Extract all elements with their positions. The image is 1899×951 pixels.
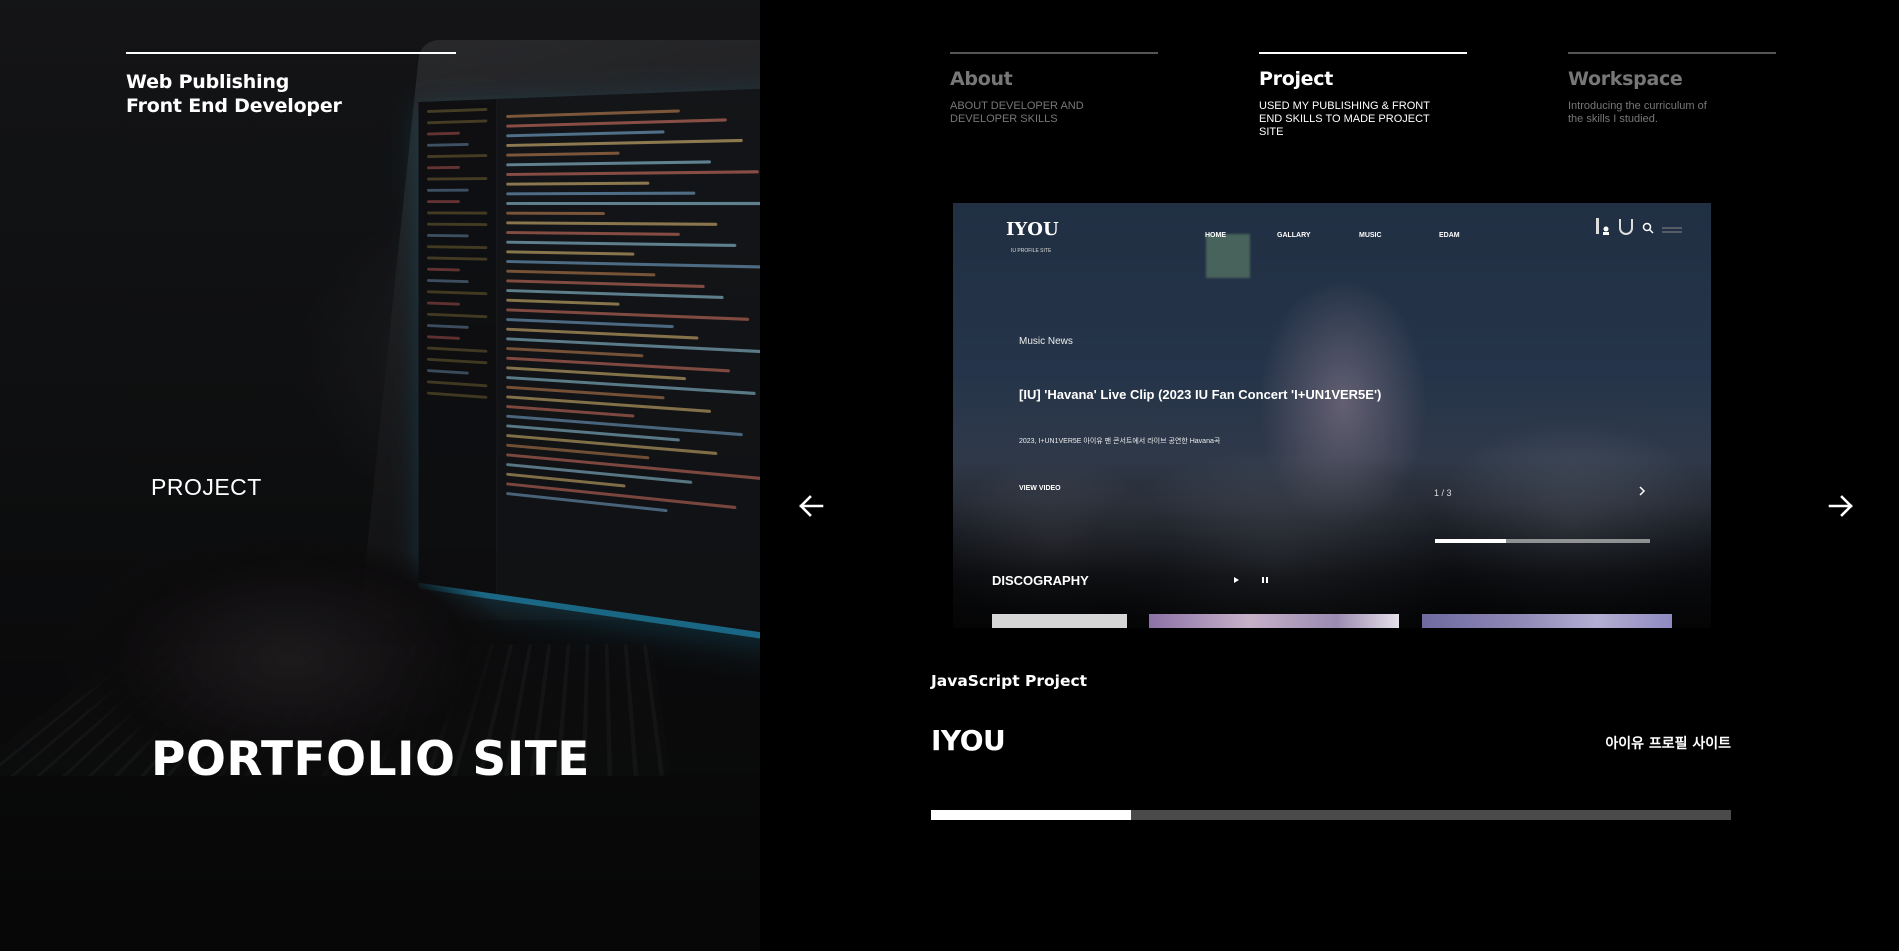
preview-kicker: Music News xyxy=(1019,336,1073,347)
logo-mark-icon xyxy=(1618,218,1634,241)
hero-panel: Web Publishing Front End Developer PROJE… xyxy=(0,0,760,951)
preview-slide-counter: 1 / 3 xyxy=(1434,488,1452,498)
nav-item-description: Introducing the curriculum of the skills… xyxy=(1568,100,1707,125)
pause-icon xyxy=(1262,577,1268,583)
preview-description: 2023, I+UN1VER5E 아이유 팬 콘서트에서 라이브 공연한 Hav… xyxy=(1019,438,1221,445)
preview-headline: [IU] 'Havana' Live Clip (2023 IU Fan Con… xyxy=(1019,387,1382,402)
preview-nav-music: MUSIC xyxy=(1359,232,1382,239)
hero-section-label: PROJECT xyxy=(151,474,262,500)
nav-item-workspace[interactable]: Workspace Introducing the curriculum of … xyxy=(1568,52,1776,126)
chevron-right-icon xyxy=(1639,486,1646,496)
next-button[interactable] xyxy=(1826,491,1856,521)
hero-subtitle-line1: Web Publishing xyxy=(126,71,290,93)
prev-button[interactable] xyxy=(796,491,826,521)
project-progress-bar xyxy=(931,810,1731,820)
preview-slide-progress xyxy=(1435,539,1650,543)
menu-icon xyxy=(1662,221,1682,239)
preview-header-icons xyxy=(1596,218,1682,241)
preview-view-video: VIEW VIDEO xyxy=(1019,485,1061,492)
nav-divider xyxy=(950,52,1158,54)
project-korean-title: 아이유 프로필 사이트 xyxy=(1605,736,1731,752)
preview-album-card xyxy=(1149,614,1399,628)
play-icon xyxy=(1234,577,1239,583)
user-icon xyxy=(1596,218,1610,241)
preview-nav-edam: EDAM xyxy=(1439,232,1460,239)
preview-nav-gallery: GALLARY xyxy=(1277,232,1311,239)
search-icon xyxy=(1642,221,1654,239)
preview-nav-home: HOME xyxy=(1205,232,1226,239)
project-name[interactable]: IYOU xyxy=(931,724,1006,757)
nav-item-label: Project xyxy=(1259,68,1333,90)
project-preview[interactable]: IYOU IU PROFILE SITE HOME GALLARY MUSIC … xyxy=(953,203,1711,628)
hero-divider xyxy=(126,52,456,54)
preview-logo: IYOU xyxy=(1006,219,1059,240)
nav-item-project[interactable]: Project USED MY PUBLISHING & FRONT END S… xyxy=(1259,52,1467,139)
preview-discography-title: DISCOGRAPHY xyxy=(992,573,1089,588)
hero-subtitle-line2: Front End Developer xyxy=(126,95,342,117)
nav-item-description: ABOUT DEVELOPER AND DEVELOPER SKILLS xyxy=(950,100,1084,125)
preview-album-card xyxy=(992,614,1127,628)
nav-item-description: USED MY PUBLISHING & FRONT END SKILLS TO… xyxy=(1259,100,1430,138)
preview-logo-subtitle: IU PROFILE SITE xyxy=(1011,248,1052,254)
hero-title: PORTFOLIO SITE xyxy=(151,732,590,787)
nav-item-label: Workspace xyxy=(1568,68,1683,90)
nav-item-label: About xyxy=(950,68,1013,90)
nav-item-about[interactable]: About ABOUT DEVELOPER AND DEVELOPER SKIL… xyxy=(950,52,1158,126)
project-type: JavaScript Project xyxy=(931,672,1088,690)
nav-divider xyxy=(1259,52,1467,54)
arrow-left-icon xyxy=(799,495,824,517)
hero-subtitle: Web Publishing Front End Developer xyxy=(126,70,342,118)
arrow-right-icon xyxy=(1828,495,1853,517)
nav-divider xyxy=(1568,52,1776,54)
preview-album-card xyxy=(1422,614,1672,628)
